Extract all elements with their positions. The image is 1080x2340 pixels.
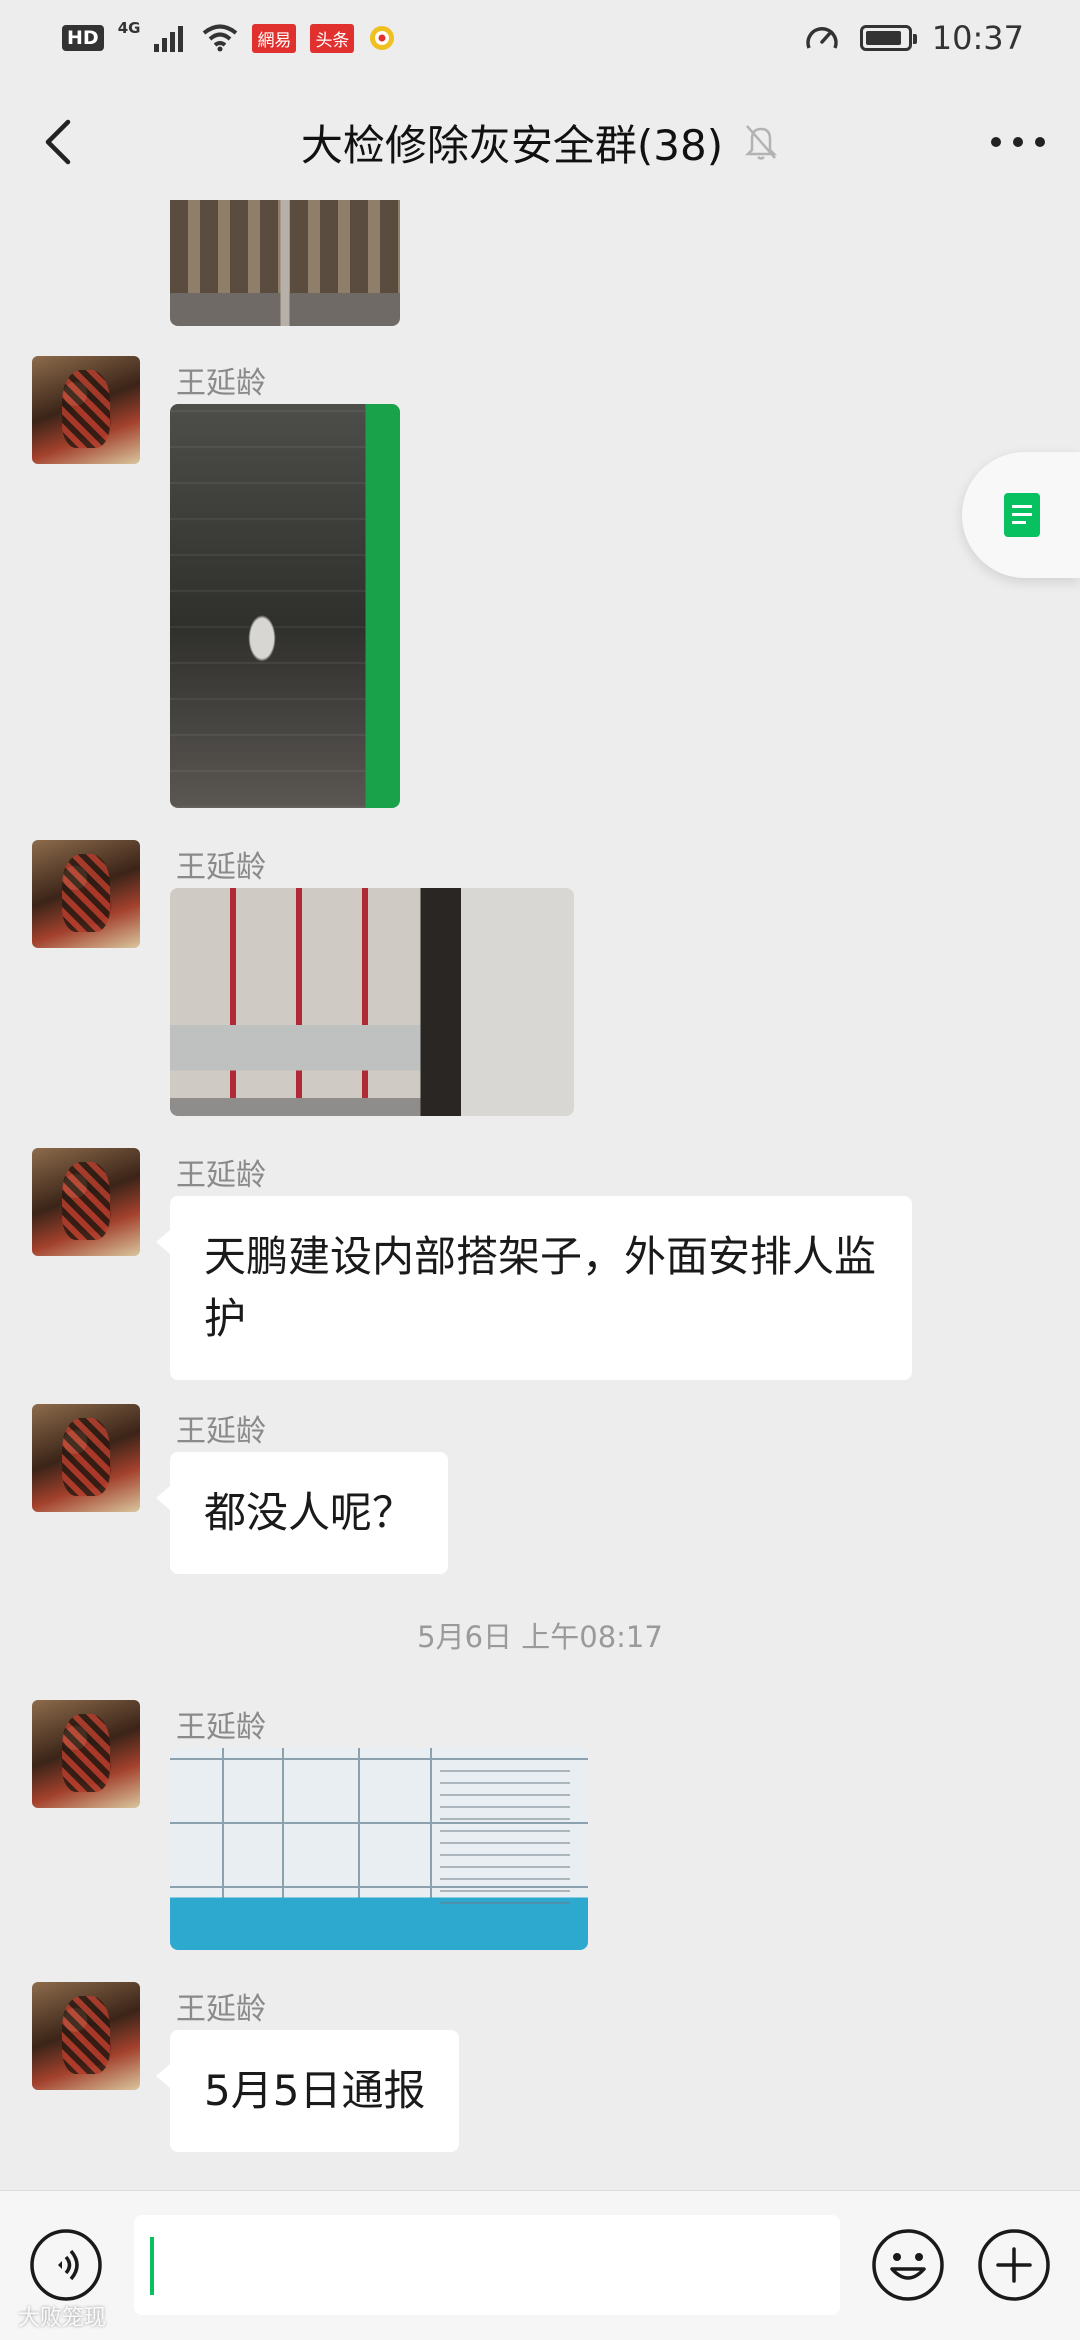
avatar[interactable] [32, 356, 140, 464]
back-button[interactable] [34, 116, 86, 168]
status-bar: HD 4G 網易 头条 10:37 [0, 0, 1080, 76]
emoji-button[interactable] [870, 2227, 946, 2303]
more-dots-icon [991, 137, 1045, 147]
time-separator: 5月6日 上午08:17 [417, 1620, 663, 1654]
sender-name: 王延龄 [176, 366, 266, 401]
watermark: 大败笼现 [18, 2306, 107, 2331]
back-chevron-icon [45, 119, 71, 165]
sender-name: 王延龄 [176, 1158, 266, 1193]
app-badge-toutiao: 头条 [310, 23, 355, 53]
status-right: 10:37 [804, 19, 1024, 57]
bell-muted-icon [745, 125, 778, 160]
message-bubble[interactable]: 5月5日通报 [155, 2030, 460, 2152]
message-bubble[interactable]: 都没人呢？ [155, 1452, 449, 1574]
status-time: 10:37 [931, 19, 1024, 57]
app-badge-weibo-icon [370, 26, 395, 50]
chat-header: 大检修除灰安全群(38) [0, 100, 1080, 184]
title-wrap: 大检修除灰安全群(38) [301, 112, 779, 173]
speedometer-icon [806, 27, 838, 49]
avatar[interactable] [32, 1700, 140, 1808]
wifi-icon [203, 24, 238, 52]
battery-icon [859, 25, 917, 51]
avatar[interactable] [32, 840, 140, 948]
app-badge-netease: 網易 [252, 23, 297, 53]
signal-icon [154, 26, 184, 52]
chat-area[interactable]: 王延龄 王延龄 王延龄 天鹏建设内部搭架子，外面安排人监护 王延龄 都没人呢？ … [0, 200, 1080, 2185]
status-left: HD 4G 網易 头条 [62, 19, 396, 53]
voice-button[interactable] [28, 2227, 104, 2303]
avatar[interactable] [32, 1404, 140, 1512]
more-features-button[interactable] [976, 2227, 1052, 2303]
note-icon [1004, 493, 1040, 537]
sender-name: 王延龄 [176, 1414, 266, 1449]
voice-icon [30, 2229, 102, 2301]
plus-icon [978, 2229, 1050, 2301]
more-button[interactable] [986, 120, 1050, 164]
scaffold-photo[interactable] [170, 200, 400, 326]
hd-indicator: HD [62, 25, 104, 51]
message-input[interactable] [134, 2215, 840, 2315]
chat-title: 大检修除灰安全群(38) [300, 120, 724, 170]
scaffold-platform-photo[interactable] [170, 888, 574, 1116]
input-bar [0, 2190, 1080, 2340]
network-type: 4G [117, 19, 141, 37]
emoji-icon [872, 2229, 944, 2301]
floating-note-button[interactable] [962, 452, 1080, 578]
sender-name: 王延龄 [176, 1710, 266, 1745]
avatar[interactable] [32, 1982, 140, 2090]
avatar[interactable] [32, 1148, 140, 1256]
sender-name: 王延龄 [176, 850, 266, 885]
notice-table-photo[interactable] [170, 1748, 588, 1950]
message-bubble[interactable]: 天鹏建设内部搭架子，外面安排人监护 [156, 1196, 912, 1380]
text-caret [150, 2237, 154, 2295]
dark-shaft-photo[interactable] [170, 404, 400, 808]
sender-name: 王延龄 [176, 1992, 266, 2027]
